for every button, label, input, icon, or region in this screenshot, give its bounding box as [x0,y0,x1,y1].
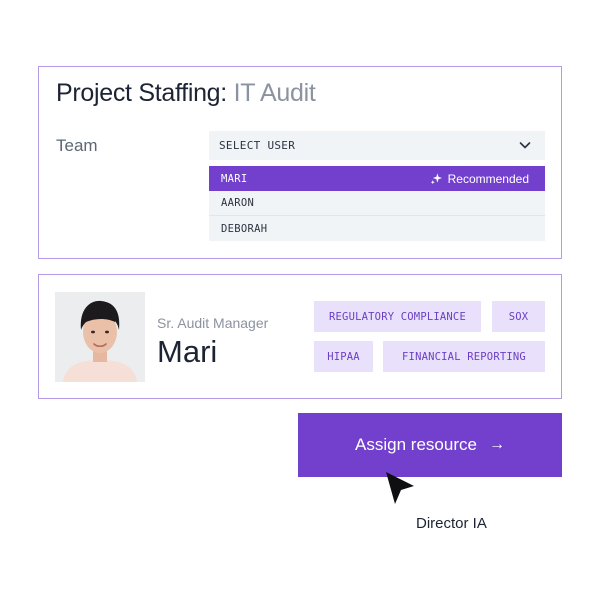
cursor-user-label: Director IA [416,515,487,532]
recommended-label: Recommended [447,171,529,186]
skill-tag: FINANCIAL REPORTING [383,341,545,372]
option-label: MARI [221,172,248,185]
chevron-down-icon [519,142,531,149]
sparkle-icon [430,173,442,185]
skill-tag: REGULATORY COMPLIANCE [314,301,481,332]
recommended-badge: Recommended [430,166,529,191]
avatar [55,292,145,382]
team-label: Team [56,136,98,155]
title-project: IT Audit [233,79,316,107]
arrow-right-icon: → [488,436,505,453]
profile-card: Sr. Audit Manager Mari REGULATORY COMPLI… [38,274,562,399]
page-title: Project Staffing: IT Audit [56,79,316,108]
profile-role: Sr. Audit Manager [157,315,269,331]
title-main: Project Staffing: [56,79,227,107]
person-photo-icon [55,292,145,382]
user-option-mari[interactable]: MARI Recommended [209,166,545,191]
option-label: AARON [221,197,255,209]
user-option-deborah[interactable]: DEBORAH [209,216,545,241]
skill-tag: SOX [492,301,545,332]
select-user-dropdown[interactable]: SELECT USER [209,131,545,160]
mouse-cursor-icon [386,472,414,504]
assign-label: Assign resource [355,435,477,454]
user-options-list: MARI Recommended AARON DEBORAH [209,166,545,241]
option-label: DEBORAH [221,222,268,235]
project-staffing-card: Project Staffing: IT Audit Team SELECT U… [38,66,562,259]
profile-name: Mari [157,334,218,369]
skill-tag: HIPAA [314,341,373,372]
user-option-aaron[interactable]: AARON [209,191,545,216]
assign-resource-button[interactable]: Assign resource → [298,413,562,477]
select-placeholder: SELECT USER [219,139,296,152]
